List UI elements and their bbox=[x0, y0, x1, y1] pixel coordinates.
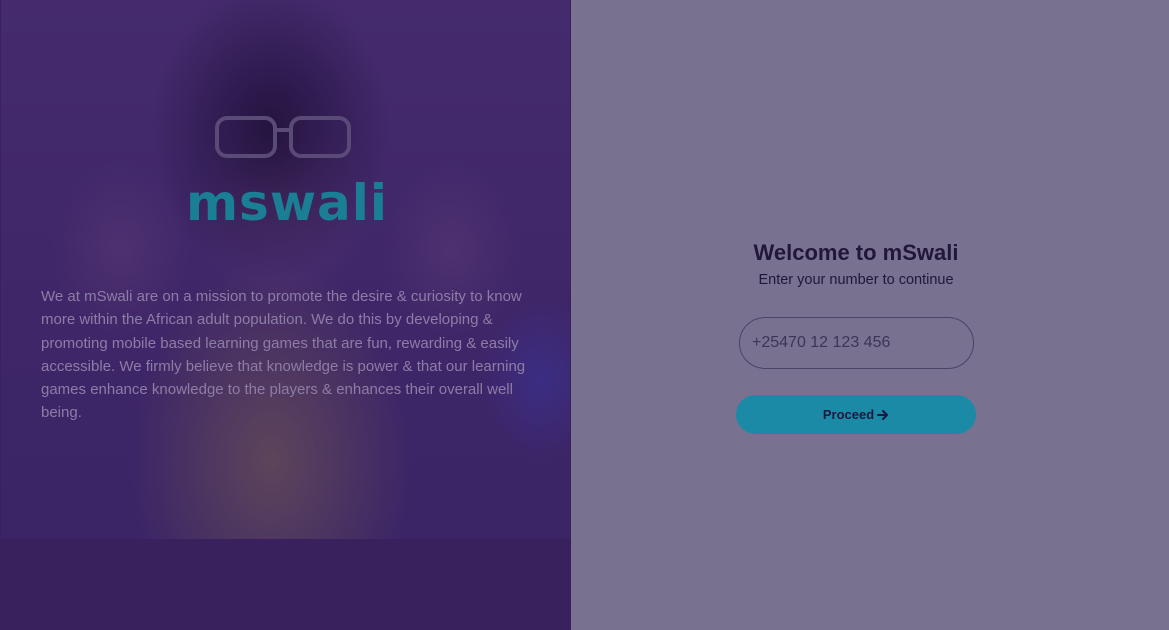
proceed-button[interactable]: Proceed bbox=[736, 395, 976, 434]
glasses-shape bbox=[215, 116, 351, 158]
mission-statement: We at mSwali are on a mission to promote… bbox=[41, 288, 526, 422]
welcome-subtitle: Enter your number to continue bbox=[758, 272, 954, 288]
login-page: mswali We at mSwali are on a mission to … bbox=[0, 0, 1169, 630]
hero-panel: mswali We at mSwali are on a mission to … bbox=[0, 0, 571, 630]
login-panel: Welcome to mSwali Enter your number to c… bbox=[571, 0, 1169, 630]
hero-photo bbox=[1, 0, 570, 539]
phone-number-input[interactable] bbox=[739, 317, 974, 369]
arrow-right-icon bbox=[877, 409, 889, 421]
proceed-label: Proceed bbox=[822, 407, 875, 422]
mswali-logo: mswali bbox=[185, 174, 389, 232]
welcome-title: Welcome to mSwali bbox=[753, 240, 959, 265]
